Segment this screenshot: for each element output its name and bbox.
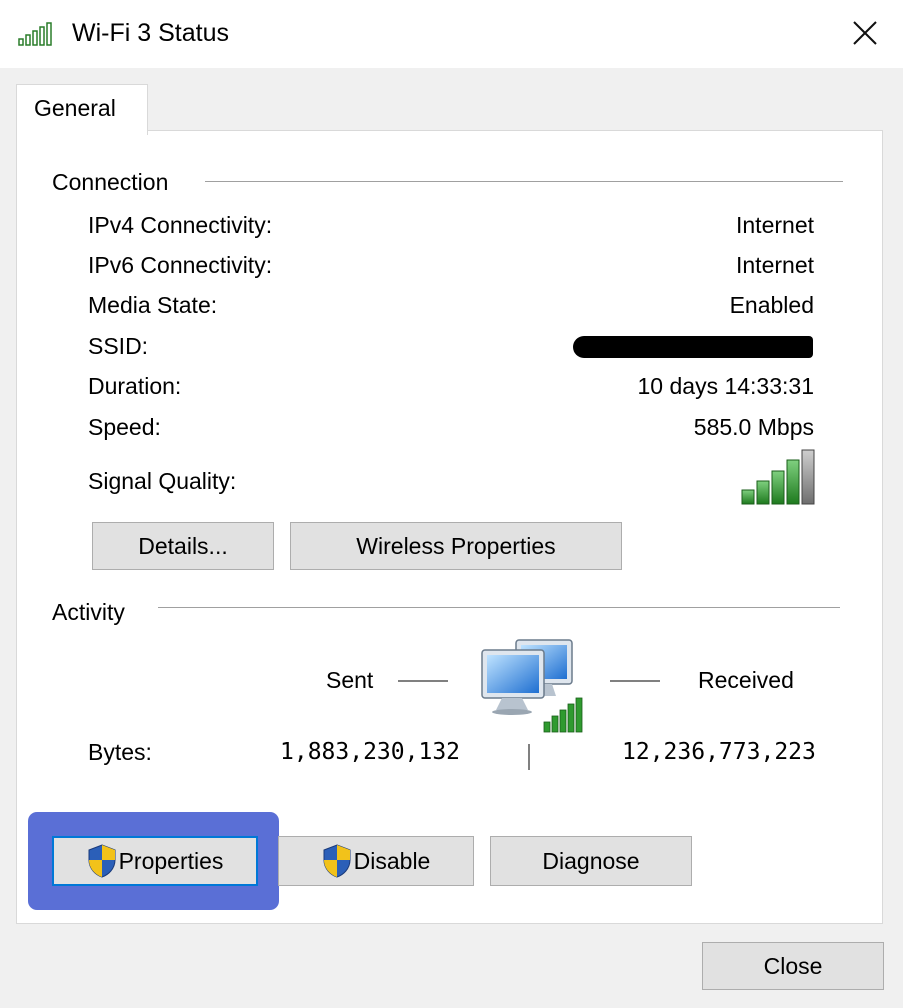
title-bar: Wi-Fi 3 Status	[0, 0, 903, 68]
uac-shield-icon	[323, 844, 351, 878]
tab-general-label: General	[34, 95, 116, 121]
properties-button-label: Properties	[118, 848, 224, 874]
ssid-redacted-value	[573, 336, 813, 358]
activity-divider	[158, 607, 840, 608]
ipv4-value: Internet	[736, 212, 814, 238]
close-window-button[interactable]	[840, 10, 890, 56]
bytes-received-value: 12,236,773,223	[622, 739, 816, 765]
ssid-label: SSID:	[88, 333, 149, 359]
activity-heading: Activity	[52, 597, 129, 627]
network-computers-icon	[481, 639, 583, 733]
received-label: Received	[698, 667, 794, 693]
properties-button[interactable]: Properties	[52, 836, 258, 886]
diagnose-button[interactable]: Diagnose	[490, 836, 692, 886]
wireless-properties-button[interactable]: Wireless Properties	[290, 522, 622, 570]
wifi-signal-icon	[18, 22, 52, 46]
close-icon	[853, 21, 877, 45]
close-button[interactable]: Close	[702, 942, 884, 990]
bytes-sent-value: 1,883,230,132	[280, 739, 461, 765]
window-title: Wi-Fi 3 Status	[72, 19, 229, 47]
connection-divider	[205, 181, 843, 182]
duration-label: Duration:	[88, 373, 182, 399]
duration-value: 10 days 14:33:31	[637, 373, 814, 399]
disable-button-label: Disable	[353, 848, 431, 874]
received-line	[610, 680, 660, 682]
speed-label: Speed:	[88, 414, 161, 440]
media-state-value: Enabled	[729, 292, 814, 318]
signal-quality-label: Signal Quality:	[88, 468, 237, 494]
uac-shield-icon	[88, 844, 116, 878]
ipv4-label: IPv4 Connectivity:	[88, 212, 273, 238]
sent-label: Sent	[326, 667, 374, 693]
disable-button[interactable]: Disable	[278, 836, 474, 886]
tab-general[interactable]: General	[16, 84, 148, 135]
media-state-label: Media State:	[88, 292, 218, 318]
bytes-separator	[528, 744, 530, 770]
bytes-label: Bytes:	[88, 739, 152, 765]
speed-value: 585.0 Mbps	[693, 414, 814, 440]
sent-line	[398, 680, 448, 682]
ipv6-value: Internet	[736, 252, 814, 278]
details-button[interactable]: Details...	[92, 522, 274, 570]
signal-bars-icon	[741, 449, 815, 505]
connection-heading: Connection	[52, 167, 173, 197]
ipv6-label: IPv6 Connectivity:	[88, 252, 273, 278]
